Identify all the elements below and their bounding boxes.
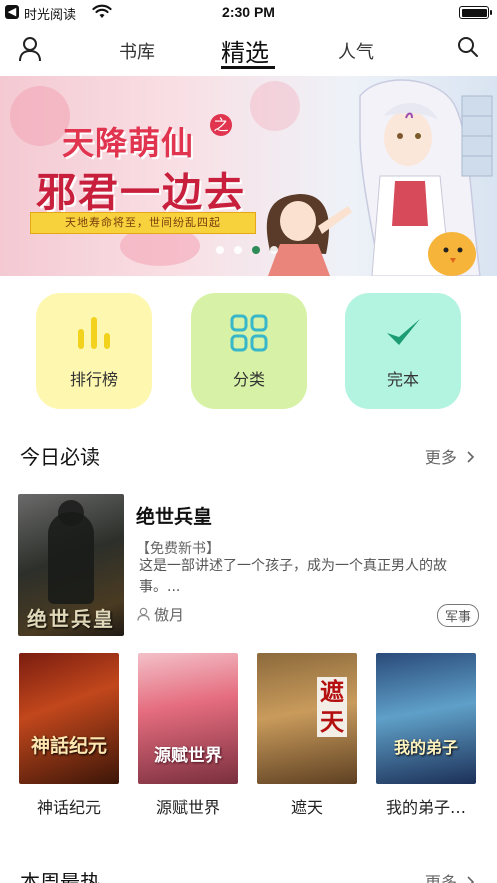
book-title: 绝世兵皇 [136,506,213,528]
book-title: 源赋世界 [155,798,220,817]
cover-art [48,512,94,604]
banner-page-indicator [216,246,278,254]
author-icon [137,607,150,621]
book-grid-item[interactable]: 源赋世界 源赋世界 [138,653,238,818]
active-tab-indicator [221,66,275,69]
section-title: 本周最热 [20,870,100,883]
chevron-right-icon [467,876,475,883]
book-cover[interactable]: 神話纪元 [19,653,119,784]
more-link[interactable]: 更多 [425,869,475,883]
book-grid-item[interactable]: 遮天 遮天 [257,653,357,818]
bar-chart-icon [78,317,110,349]
book-description: 这是一部讲述了一个孩子，成为一个真正男人的故事。... [139,558,447,595]
banner-title-suffix: 之 [210,114,232,136]
page-dot[interactable] [234,246,242,254]
book-author: 傲月 [154,606,185,624]
book-title: 我的弟子… [385,798,466,817]
week-section-header: 本周最热 更多 [0,866,497,883]
book-title: 遮天 [290,798,323,817]
cover-title: 我的弟子 [393,738,458,757]
book-grid-item[interactable]: 我的弟子 我的弟子… [376,653,476,818]
category-badge: 军事 [436,604,479,627]
top-nav: 书库 精选 人气 [0,26,497,76]
cover-title: 神話纪元 [30,735,107,757]
cover-title: 绝世兵皇 [27,607,115,631]
page-dot-active[interactable] [252,246,260,254]
category-label: 分类 [232,370,265,389]
tab-featured[interactable]: 精选 [221,33,269,68]
book-grid-item[interactable]: 神話纪元 神话纪元 [19,653,119,818]
banner-title-line2: 邪君一边去 [36,169,246,216]
more-label: 更多 [424,448,457,467]
tab-library[interactable]: 书库 [119,38,155,64]
user-icon[interactable] [18,36,42,62]
chevron-right-icon [467,451,475,463]
book-cover[interactable]: 我的弟子 [376,653,476,784]
book-cover[interactable]: 遮天 [257,653,357,784]
status-time: 2:30 PM [222,4,275,20]
book-title: 神话纪元 [36,798,101,817]
battery-icon [459,6,492,19]
promo-banner[interactable]: 天降萌仙 之 邪君一边去 天地寿命将至，世间纷乱四起 [0,76,497,276]
page-dot[interactable] [270,246,278,254]
more-link[interactable]: 更多 [425,444,475,468]
ranking-label: 排行榜 [69,370,118,389]
cover-title: 源赋世界 [154,746,222,766]
completed-button[interactable]: 完本 [345,293,461,409]
banner-tagline: 天地寿命将至，世间纷乱四起 [30,212,256,234]
status-bar: ◀ 时光阅读 2:30 PM [0,0,497,26]
search-icon[interactable] [457,36,479,58]
page-dot[interactable] [216,246,224,254]
today-section-header: 今日必读 更多 [0,441,497,471]
book-cover[interactable]: 源赋世界 [138,653,238,784]
completed-label: 完本 [386,370,419,389]
tab-popular[interactable]: 人气 [338,38,374,64]
category-button[interactable]: 分类 [191,293,307,409]
cover-title: 遮天 [317,677,347,737]
checkmark-icon [387,319,420,345]
featured-book[interactable]: 绝世兵皇 绝世兵皇 【免费新书】 这是一部讲述了一个孩子，成为一个真正男人的故事… [18,494,479,636]
grid-icon [230,314,268,352]
banner-title-line1: 天降萌仙 [62,124,195,162]
book-cover[interactable]: 绝世兵皇 [18,494,124,636]
more-label: 更多 [424,873,457,883]
ranking-button[interactable]: 排行榜 [36,293,152,409]
book-tag: 【免费新书】 [136,541,220,557]
section-title: 今日必读 [20,445,100,469]
shortcut-row: 排行榜 分类 完本 [0,293,497,409]
